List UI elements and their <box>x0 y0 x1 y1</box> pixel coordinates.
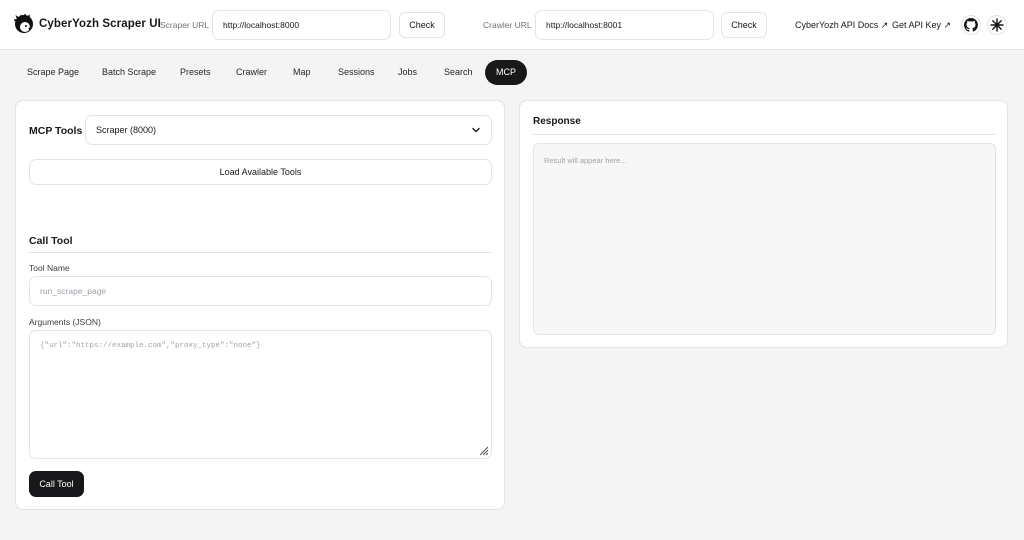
sun-icon <box>990 18 1004 32</box>
response-card: Response Result will appear here... <box>519 100 1008 348</box>
crawler-url-input[interactable] <box>535 10 714 40</box>
api-key-link[interactable]: Get API Key ↗ <box>892 20 951 31</box>
tool-name-label: Tool Name <box>29 263 70 273</box>
scraper-url-input[interactable] <box>212 10 391 40</box>
crawler-check-button[interactable]: Check <box>721 12 767 38</box>
crawler-url-label: Crawler URL <box>483 20 532 30</box>
brand: CyberYozh Scraper UI <box>14 14 161 34</box>
theme-toggle-button[interactable] <box>987 15 1007 35</box>
tab-jobs[interactable]: Jobs <box>386 60 429 85</box>
tool-name-input[interactable] <box>29 276 492 306</box>
mcp-server-selected: Scraper (8000) <box>96 125 157 135</box>
tab-search[interactable]: Search <box>432 60 485 85</box>
scraper-check-button[interactable]: Check <box>399 12 445 38</box>
response-title: Response <box>533 116 581 127</box>
tab-sessions[interactable]: Sessions <box>326 60 387 85</box>
call-tool-divider <box>29 252 492 253</box>
response-output: Result will appear here... <box>533 143 996 335</box>
chevron-down-icon <box>472 127 480 133</box>
tab-batch-scrape[interactable]: Batch Scrape <box>90 60 168 85</box>
call-tool-title: Call Tool <box>29 235 73 247</box>
mcp-tools-title: MCP Tools <box>29 125 83 137</box>
response-divider <box>533 134 996 135</box>
scraper-url-label: Scraper URL <box>160 20 210 30</box>
tab-scrape-page[interactable]: Scrape Page <box>15 60 91 85</box>
response-placeholder: Result will appear here... <box>544 156 627 165</box>
call-tool-button[interactable]: Call Tool <box>29 471 84 497</box>
app-title: CyberYozh Scraper UI <box>39 18 161 30</box>
resize-handle-icon[interactable] <box>479 446 489 456</box>
arguments-textarea[interactable] <box>29 330 492 459</box>
top-bar: CyberYozh Scraper UI Scraper URL Check C… <box>0 0 1024 50</box>
github-icon <box>964 18 978 32</box>
github-button[interactable] <box>961 15 981 35</box>
api-docs-link[interactable]: CyberYozh API Docs ↗ <box>795 20 888 31</box>
load-tools-button[interactable]: Load Available Tools <box>29 159 492 185</box>
tab-mcp[interactable]: MCP <box>485 60 527 85</box>
mcp-server-select[interactable]: Scraper (8000) <box>85 115 492 145</box>
mcp-tools-card: MCP Tools Scraper (8000) Load Available … <box>15 100 505 510</box>
tab-crawler[interactable]: Crawler <box>224 60 279 85</box>
tab-map[interactable]: Map <box>281 60 323 85</box>
arguments-label: Arguments (JSON) <box>29 317 101 327</box>
hedgehog-logo-icon <box>14 14 33 33</box>
tab-presets[interactable]: Presets <box>168 60 223 85</box>
